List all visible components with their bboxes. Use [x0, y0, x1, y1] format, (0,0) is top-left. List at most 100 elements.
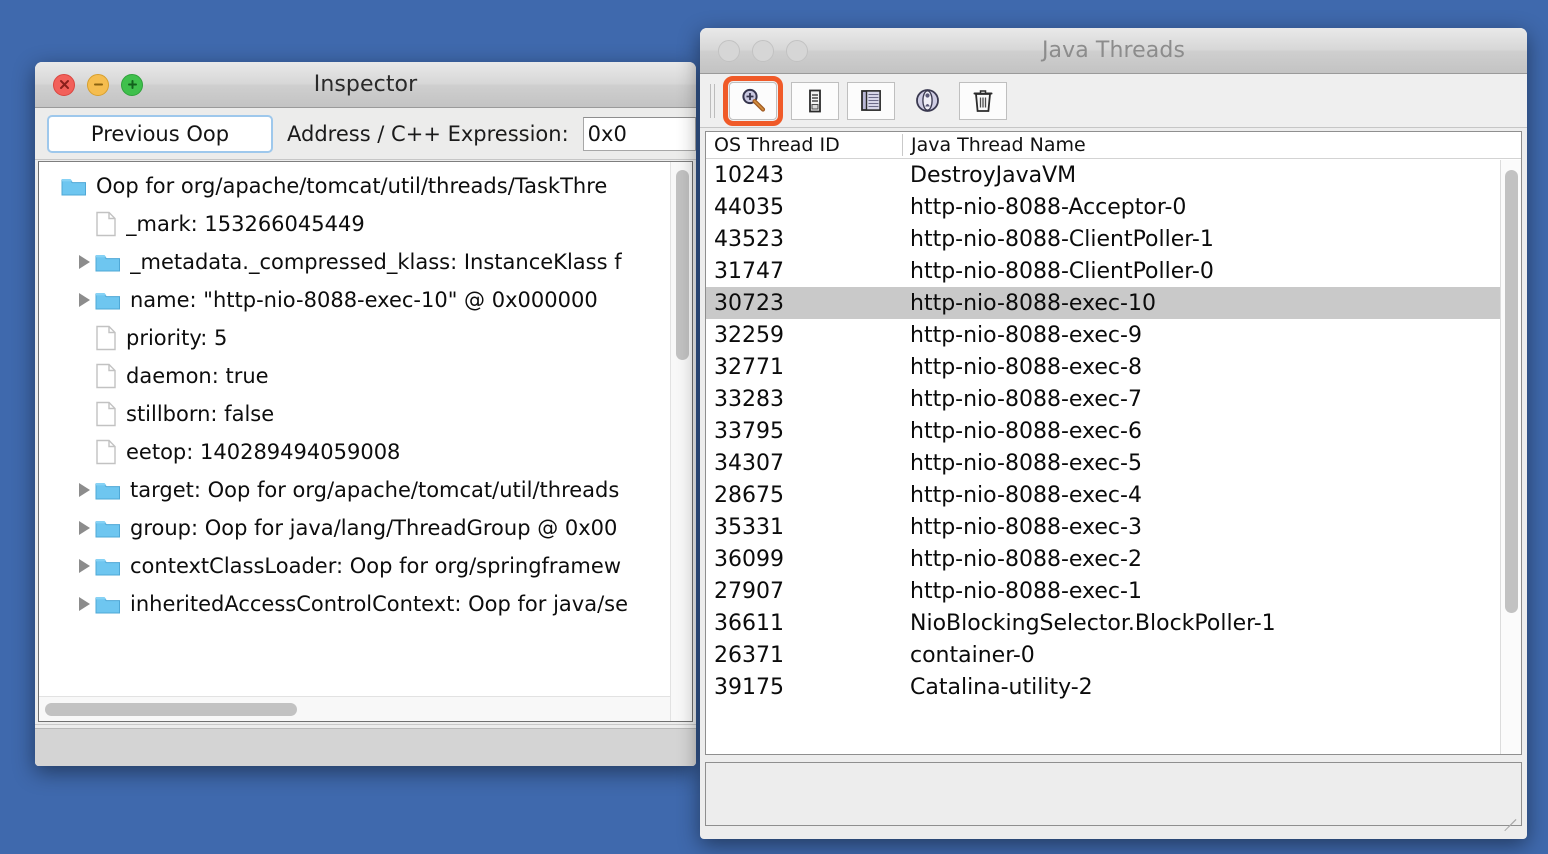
cell-os-thread-id: 27907: [714, 578, 784, 604]
cell-os-thread-id: 44035: [714, 194, 784, 220]
inspector-horizontal-scroll-thumb[interactable]: [45, 703, 297, 716]
inspector-horizontal-scrollbar[interactable]: [39, 696, 670, 721]
cell-java-thread-name: http-nio-8088-exec-7: [910, 386, 1142, 412]
folder-icon: [95, 480, 130, 501]
stack-memory-icon: [861, 89, 881, 111]
tree-row[interactable]: target: Oop for org/apache/tomcat/util/t…: [39, 471, 692, 509]
close-button[interactable]: [53, 73, 75, 96]
inspector-tree-panel[interactable]: Oop for org/apache/tomcat/util/threads/T…: [38, 161, 693, 722]
page-title: Java Threads: [1041, 38, 1186, 63]
file-icon: [96, 401, 116, 427]
table-row[interactable]: 28675 http-nio-8088-exec-4: [706, 479, 1521, 511]
table-row[interactable]: 39175 Catalina-utility-2: [706, 671, 1521, 703]
inspector-vertical-scroll-thumb[interactable]: [676, 170, 689, 360]
table-row[interactable]: 44035 http-nio-8088-Acceptor-0: [706, 191, 1521, 223]
cell-java-thread-name: http-nio-8088-exec-1: [910, 578, 1142, 604]
memory-card-icon: [809, 89, 821, 112]
minimize-button[interactable]: [752, 39, 774, 62]
table-row[interactable]: 32771 http-nio-8088-exec-8: [706, 351, 1521, 383]
tree-row[interactable]: contextClassLoader: Oop for org/springfr…: [39, 547, 692, 585]
folder-icon: [95, 558, 120, 575]
memory-button[interactable]: [791, 81, 839, 120]
zoom-button[interactable]: [786, 39, 808, 62]
table-row[interactable]: 43523 http-nio-8088-ClientPoller-1: [706, 223, 1521, 255]
table-row[interactable]: 27907 http-nio-8088-exec-1: [706, 575, 1521, 607]
cell-java-thread-name: http-nio-8088-exec-8: [910, 354, 1142, 380]
cell-java-thread-name: DestroyJavaVM: [910, 162, 1077, 188]
expand-triangle-icon[interactable]: [73, 281, 95, 319]
expand-triangle-icon[interactable]: [73, 243, 95, 281]
table-row[interactable]: 30723 http-nio-8088-exec-10: [706, 287, 1521, 319]
close-icon: [59, 80, 69, 89]
inspector-status-bar: [35, 728, 696, 766]
threads-vertical-scroll-thumb[interactable]: [1505, 170, 1518, 613]
threads-resize-grip[interactable]: [1498, 803, 1517, 832]
trash-icon: [973, 89, 993, 112]
inspector-titlebar[interactable]: Inspector: [35, 62, 696, 108]
table-row[interactable]: 34307 http-nio-8088-exec-5: [706, 447, 1521, 479]
table-row[interactable]: 26371 container-0: [706, 639, 1521, 671]
table-row[interactable]: 36611 NioBlockingSelector.BlockPoller-1: [706, 607, 1521, 639]
tree-row-label: inheritedAccessControlContext: Oop for j…: [130, 592, 629, 616]
close-button[interactable]: [718, 39, 740, 62]
threads-vertical-scrollbar[interactable]: [1500, 160, 1521, 754]
threads-table-panel[interactable]: OS Thread ID Java Thread Name 10243 Destr…: [705, 131, 1522, 755]
tree-row[interactable]: Oop for org/apache/tomcat/util/threads/T…: [39, 167, 692, 205]
table-row[interactable]: 10243 DestroyJavaVM: [706, 159, 1521, 191]
column-header-java-thread-name[interactable]: Java Thread Name: [902, 134, 1521, 156]
threads-titlebar[interactable]: Java Threads: [700, 28, 1527, 74]
tree-row[interactable]: priority: 5: [39, 319, 692, 357]
inspector-vertical-scrollbar[interactable]: [670, 162, 692, 721]
expand-triangle-icon[interactable]: [73, 585, 95, 623]
folder-icon: [95, 556, 130, 577]
toolbar-drag-handle[interactable]: [708, 83, 719, 118]
cell-java-thread-name: http-nio-8088-ClientPoller-0: [910, 258, 1214, 284]
monitor-cache-button[interactable]: [903, 82, 951, 120]
cell-os-thread-id: 36611: [714, 610, 784, 636]
inspector-window[interactable]: Inspector Previous Oop Address / C++ Exp…: [35, 62, 696, 766]
column-header-os-thread-id[interactable]: OS Thread ID: [706, 134, 902, 156]
table-row[interactable]: 35331 http-nio-8088-exec-3: [706, 511, 1521, 543]
table-row[interactable]: 31747 http-nio-8088-ClientPoller-0: [706, 255, 1521, 287]
cell-os-thread-id: 36099: [714, 546, 784, 572]
java-threads-window[interactable]: Java Threads OS Thread ID Java Thread Na…: [700, 28, 1527, 839]
minimize-button[interactable]: [87, 73, 109, 96]
table-row[interactable]: 33283 http-nio-8088-exec-7: [706, 383, 1521, 415]
threads-table-body[interactable]: 10243 DestroyJavaVM 44035 http-nio-8088-Acc…: [706, 159, 1521, 703]
zoom-button[interactable]: [121, 73, 143, 96]
tree-row[interactable]: _mark: 153266045449: [39, 205, 692, 243]
tree-row[interactable]: group: Oop for java/lang/ThreadGroup @ 0…: [39, 509, 692, 547]
tree-row[interactable]: daemon: true: [39, 357, 692, 395]
address-input[interactable]: 0x0: [582, 116, 696, 151]
tree-row-label: daemon: true: [126, 364, 269, 388]
stack-memory-button[interactable]: [847, 81, 895, 120]
trash-button[interactable]: [959, 81, 1007, 120]
file-icon: [96, 211, 116, 237]
cell-java-thread-name: http-nio-8088-exec-2: [910, 546, 1142, 572]
previous-oop-button[interactable]: Previous Oop: [47, 114, 273, 153]
tree-row[interactable]: name: "http-nio-8088-exec-10" @ 0x000000: [39, 281, 692, 319]
inspect-oop-button[interactable]: [723, 75, 783, 126]
file-icon: [96, 325, 116, 351]
cell-java-thread-name: http-nio-8088-ClientPoller-1: [910, 226, 1214, 252]
tree-row[interactable]: _metadata._compressed_klass: InstanceKla…: [39, 243, 692, 281]
oop-tree[interactable]: Oop for org/apache/tomcat/util/threads/T…: [39, 167, 692, 623]
tree-row[interactable]: inheritedAccessControlContext: Oop for j…: [39, 585, 692, 623]
table-row[interactable]: 32259 http-nio-8088-exec-9: [706, 319, 1521, 351]
folder-icon: [95, 252, 130, 273]
cell-java-thread-name: http-nio-8088-exec-10: [910, 290, 1156, 316]
cell-os-thread-id: 28675: [714, 482, 784, 508]
table-row[interactable]: 33795 http-nio-8088-exec-6: [706, 415, 1521, 447]
expand-triangle-icon[interactable]: [73, 547, 95, 585]
tree-row-label: contextClassLoader: Oop for org/springfr…: [130, 554, 621, 578]
cell-os-thread-id: 35331: [714, 514, 784, 540]
expand-triangle-icon[interactable]: [73, 509, 95, 547]
table-row[interactable]: 36099 http-nio-8088-exec-2: [706, 543, 1521, 575]
tree-row[interactable]: stillborn: false: [39, 395, 692, 433]
expand-triangle-icon[interactable]: [73, 471, 95, 509]
tree-row[interactable]: eetop: 140289494059008: [39, 433, 692, 471]
folder-icon: [95, 594, 130, 615]
